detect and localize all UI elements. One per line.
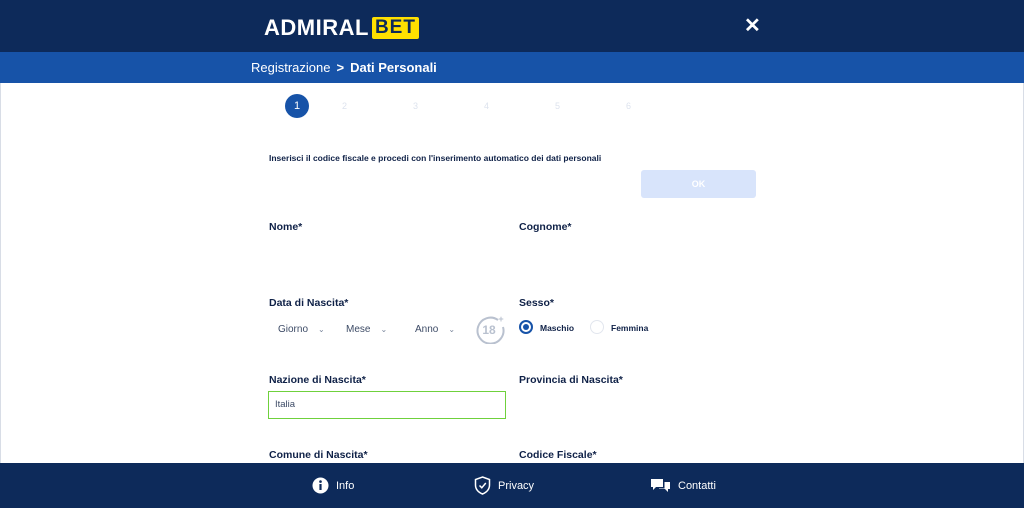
breadcrumb-separator: > (336, 60, 345, 75)
giorno-value: Giorno (278, 323, 309, 335)
nazione-input[interactable]: Italia (268, 391, 506, 419)
nome-label: Nome* (269, 221, 303, 233)
step-indicator: 1 2 3 4 5 6 (285, 94, 664, 118)
chat-icon (651, 479, 670, 492)
footer-info-link[interactable]: Info (312, 463, 354, 508)
step-4: 4 (483, 101, 489, 111)
svg-text:+: + (498, 314, 503, 324)
nazione-label: Nazione di Nascita* (269, 374, 366, 386)
breadcrumb-current: Dati Personali (350, 60, 437, 75)
chevron-down-icon: ⌄ (380, 324, 388, 334)
footer-privacy-link[interactable]: Privacy (474, 463, 534, 508)
comune-label: Comune di Nascita* (269, 449, 368, 461)
svg-text:18: 18 (482, 323, 496, 337)
femmina-label[interactable]: Femmina (611, 323, 648, 333)
cognome-label: Cognome* (519, 221, 572, 233)
info-icon (312, 477, 329, 494)
footer-contatti-link[interactable]: Contatti (650, 463, 716, 508)
logo-text-bet: BET (371, 17, 419, 39)
provincia-label: Provincia di Nascita* (519, 374, 623, 386)
breadcrumb-bar: Registrazione > Dati Personali (0, 52, 1024, 83)
cognome-input[interactable] (518, 240, 756, 266)
left-edge (0, 83, 1, 463)
logo-text-admiral: ADMIRAL (264, 15, 369, 40)
sesso-label: Sesso* (519, 297, 555, 309)
step-5: 5 (554, 101, 560, 111)
mese-select[interactable]: Mese ⌄ (346, 320, 387, 338)
maschio-label[interactable]: Maschio (540, 323, 574, 333)
footer-bar: Info Privacy Contatti (0, 463, 1024, 508)
nome-input[interactable] (268, 240, 506, 266)
data-nascita-label: Data di Nascita* (269, 297, 349, 309)
footer-privacy-label: Privacy (498, 479, 535, 492)
giorno-select[interactable]: Giorno ⌄ (278, 320, 325, 338)
admiralbet-logo: ADMIRAL BET (264, 15, 419, 41)
close-icon[interactable]: ✕ (744, 16, 761, 36)
breadcrumb: Registrazione > Dati Personali (251, 60, 437, 75)
chevron-down-icon: ⌄ (318, 324, 325, 334)
footer-info-label: Info (336, 479, 355, 492)
anno-value: Anno (415, 323, 439, 335)
footer-contatti-label: Contatti (678, 479, 716, 492)
step-2: 2 (341, 101, 347, 111)
maschio-radio[interactable] (519, 320, 533, 334)
breadcrumb-parent[interactable]: Registrazione (251, 60, 331, 75)
step-3: 3 (412, 101, 418, 111)
step-1: 1 (285, 94, 309, 118)
step-6: 6 (625, 101, 631, 111)
shield-icon (474, 476, 491, 495)
top-bar: ADMIRAL BET ✕ (0, 0, 1024, 52)
codice-fiscale-label: Codice Fiscale* (519, 449, 597, 461)
anno-select[interactable]: Anno ⌄ (415, 320, 455, 338)
ok-button[interactable]: OK (641, 170, 756, 198)
femmina-radio[interactable] (590, 320, 604, 334)
mese-value: Mese (346, 323, 371, 335)
codice-fiscale-intro: Inserisci il codice fiscale e procedi co… (269, 153, 602, 163)
chevron-down-icon: ⌄ (448, 324, 456, 334)
age-18-plus-icon: 18 + (476, 314, 505, 344)
provincia-input[interactable] (518, 391, 756, 417)
